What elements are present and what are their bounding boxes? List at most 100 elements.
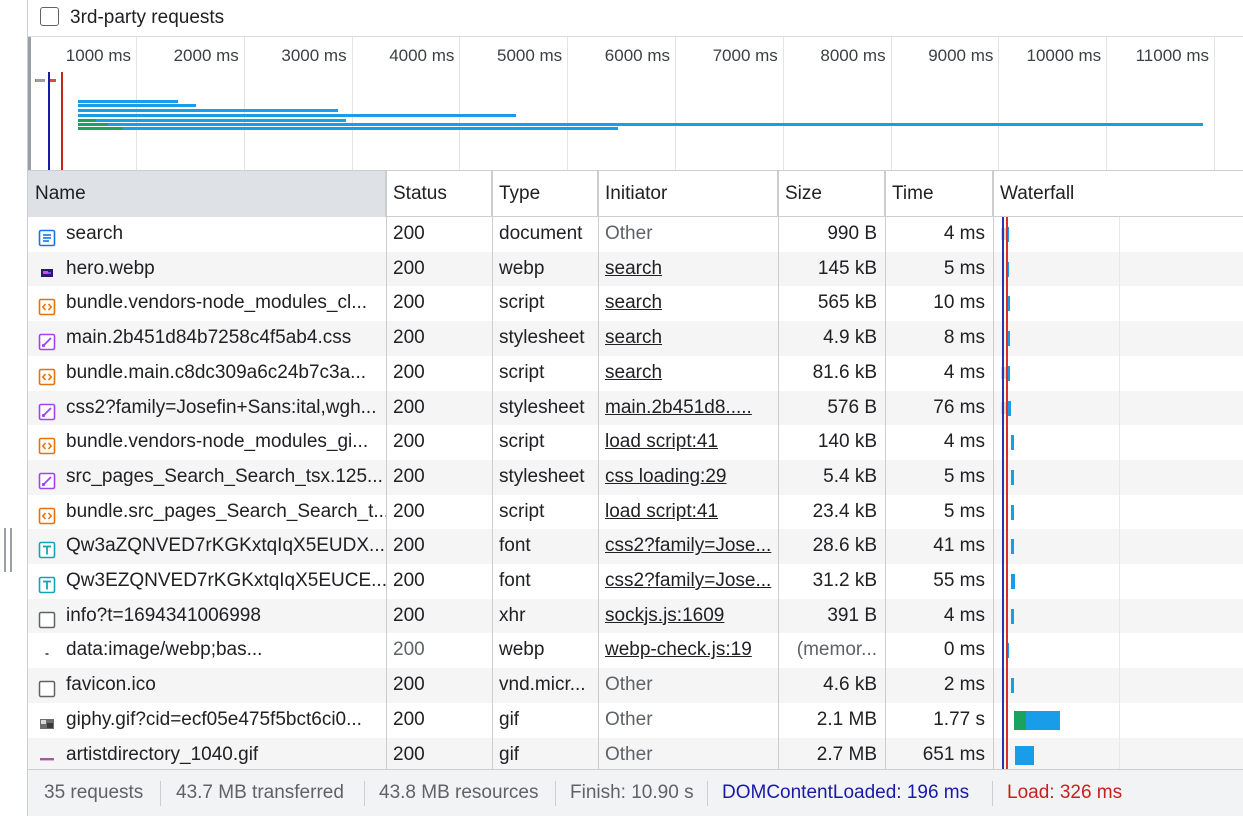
cell-time: 2 ms <box>943 674 985 696</box>
table-row[interactable]: info?t=1694341006998 200 xhr sockjs.js:1609… <box>28 598 1243 634</box>
column-header-size[interactable]: Size <box>778 171 885 217</box>
waterfall-domcontentloaded-line <box>1002 217 1004 769</box>
table-row[interactable]: css2?family=Josefin+Sans:ital,wgh... 200 s… <box>28 390 1243 426</box>
table-row[interactable]: Qw3EZQNVED7rKGKxtqIqX5EUCE... 200 font css2… <box>28 564 1243 599</box>
cell-initiator: Other <box>605 223 653 244</box>
cell-name[interactable]: giphy.gif?cid=ecf05e475f5bct6ci0... <box>28 703 386 738</box>
cell-initiator-link[interactable]: load script:41 <box>598 495 778 530</box>
cell-type: script <box>499 361 545 383</box>
cell-name[interactable]: artistdirectory_1040.gif <box>28 738 386 770</box>
request-name: search <box>66 223 124 244</box>
overview-tick-label: 5000 ms <box>496 46 563 65</box>
table-row[interactable]: favicon.ico 200 vnd.micr... Other 4.6 kB 2 ms <box>28 668 1243 703</box>
cell-time: 4 ms <box>943 604 985 626</box>
column-divider <box>993 171 994 769</box>
table-row[interactable]: hero.webp 200 webp search 145 kB 5 ms <box>28 251 1243 287</box>
cell-name[interactable]: bundle.vendors-node_modules_cl... <box>28 286 386 321</box>
timeline-overview[interactable]: 1000 ms 2000 ms 3000 ms 4000 ms 5000 ms 6000 … <box>28 37 1243 171</box>
table-row[interactable]: artistdirectory_1040.gif 200 gif Other 2.7 M… <box>28 737 1243 770</box>
cell-time: 76 ms <box>933 396 985 418</box>
cell-name[interactable]: hero.webp <box>28 252 386 287</box>
cell-name[interactable]: Qw3EZQNVED7rKGKxtqIqX5EUCE... <box>28 564 386 599</box>
cell-status: 200 <box>393 500 425 522</box>
cell-name[interactable]: data:image/webp;bas... <box>28 633 386 668</box>
column-header-status[interactable]: Status <box>386 171 492 217</box>
table-row[interactable]: search 200 document Other 990 B 4 ms <box>28 217 1243 252</box>
cell-time: 8 ms <box>943 327 985 349</box>
cell-status: 200 <box>393 327 425 349</box>
cell-size: 4.9 kB <box>823 327 877 349</box>
summary-bar: 35 requests 43.7 MB transferred 43.8 MB … <box>28 769 1243 816</box>
table-header: Name Status Type Initiator Size Time Wat… <box>28 171 1243 217</box>
cell-status: 200 <box>393 570 425 591</box>
cell-type: webp <box>499 639 545 661</box>
table-row[interactable]: Qw3aZQNVED7rKGKxtqIqX5EUDX... 200 font css2… <box>28 529 1243 564</box>
script-icon <box>38 503 56 524</box>
waterfall-download-bar <box>1011 469 1014 485</box>
cell-initiator-link[interactable]: css loading:29 <box>598 460 778 495</box>
overview-tick-label: 4000 ms <box>389 46 455 65</box>
image-icon <box>38 260 56 278</box>
cell-initiator-link[interactable]: search <box>598 252 778 287</box>
column-divider <box>386 171 387 769</box>
filter-bar: 3rd-party requests <box>28 0 1243 37</box>
cell-name[interactable]: favicon.ico <box>28 668 386 703</box>
overview-request-bar <box>78 109 338 112</box>
cell-initiator-link[interactable]: sockjs.js:1609 <box>598 599 778 634</box>
cell-name[interactable]: main.2b451d84b7258c4f5ab4.css <box>28 321 386 356</box>
column-header-waterfall[interactable]: Waterfall <box>993 171 1243 217</box>
cell-initiator-link[interactable]: load script:41 <box>598 425 778 460</box>
table-row[interactable]: data:image/webp;bas... 200 webp webp-check.… <box>28 633 1243 668</box>
table-row[interactable]: bundle.vendors-node_modules_cl... 200 scri… <box>28 286 1243 321</box>
table-row[interactable]: main.2b451d84b7258c4f5ab4.css 200 styleshe… <box>28 321 1243 356</box>
cell-type: stylesheet <box>499 396 585 418</box>
cell-name[interactable]: bundle.main.c8dc309a6c24b7c3a... <box>28 356 386 391</box>
cell-name[interactable]: Qw3aZQNVED7rKGKxtqIqX5EUDX... <box>28 529 386 564</box>
cell-initiator-link[interactable]: css2?family=Jose... <box>598 529 778 564</box>
column-header-time[interactable]: Time <box>885 171 993 217</box>
overview-request-bar <box>78 104 196 107</box>
cell-initiator-link[interactable]: search <box>598 356 778 391</box>
resize-handle[interactable] <box>4 528 13 572</box>
cell-name[interactable]: bundle.src_pages_Search_Search_t... <box>28 495 386 530</box>
data-image-icon <box>38 641 56 659</box>
column-header-name[interactable]: Name <box>28 171 386 217</box>
cell-size: 31.2 kB <box>812 570 877 591</box>
overview-gridline <box>782 37 784 170</box>
cell-initiator-link[interactable]: webp-check.js:19 <box>598 633 778 668</box>
table-row[interactable]: bundle.vendors-node_modules_gi... 200 scri… <box>28 425 1243 460</box>
cell-name[interactable]: info?t=1694341006998 <box>28 599 386 634</box>
third-party-label[interactable]: 3rd-party requests <box>70 7 224 29</box>
cell-size: 2.1 MB <box>816 708 877 730</box>
column-header-initiator[interactable]: Initiator <box>598 171 778 217</box>
cell-name[interactable]: src_pages_Search_Search_tsx.125... <box>28 460 386 495</box>
cell-initiator-link[interactable]: main.2b451d8..... <box>598 391 778 426</box>
cell-name[interactable]: css2?family=Josefin+Sans:ital,wgh... <box>28 391 386 426</box>
cell-time: 1.77 s <box>933 708 985 730</box>
overview-gridline <box>243 37 245 170</box>
cell-initiator-link[interactable]: search <box>598 286 778 321</box>
cell-size: 565 kB <box>817 292 877 314</box>
column-header-type[interactable]: Type <box>492 171 598 217</box>
table-row[interactable]: bundle.main.c8dc309a6c24b7c3a... 200 scrip… <box>28 356 1243 391</box>
overview-tick-label: 2000 ms <box>173 46 239 65</box>
cell-name[interactable]: bundle.vendors-node_modules_gi... <box>28 425 386 460</box>
table-row[interactable]: giphy.gif?cid=ecf05e475f5bct6ci0... 200 gi… <box>28 703 1243 738</box>
table-row[interactable]: src_pages_Search_Search_tsx.125... 200 sty… <box>28 459 1243 495</box>
table-row[interactable]: bundle.src_pages_Search_Search_t... 200 sc… <box>28 495 1243 530</box>
waterfall-download-bar <box>1011 678 1014 694</box>
overview-tick-label: 7000 ms <box>712 46 778 65</box>
third-party-checkbox[interactable] <box>40 7 59 26</box>
cell-time: 0 ms <box>943 639 985 661</box>
request-name: hero.webp <box>66 257 155 279</box>
script-icon <box>38 294 56 316</box>
overview-request-bar <box>108 123 1203 126</box>
cell-status: 200 <box>393 604 425 626</box>
font-icon <box>38 537 56 559</box>
cell-name[interactable]: search <box>28 217 386 252</box>
cell-initiator-link[interactable]: css2?family=Jose... <box>598 564 778 599</box>
waterfall-download-bar <box>1015 745 1034 765</box>
summary-divider <box>364 781 365 806</box>
cell-initiator-link[interactable]: search <box>598 321 778 356</box>
waterfall-download-bar <box>1011 539 1014 555</box>
